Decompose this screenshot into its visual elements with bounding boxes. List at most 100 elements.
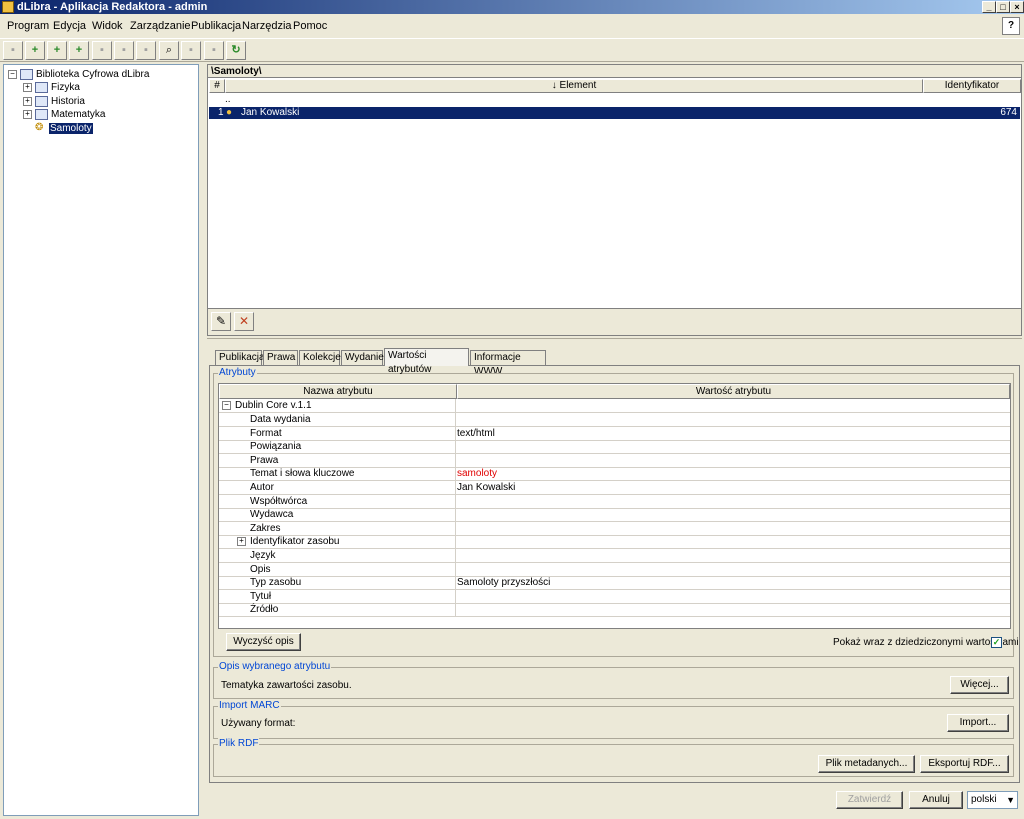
attribute-name: Zakres bbox=[219, 521, 456, 535]
menu-zarzadzanie[interactable]: Zarządzanie bbox=[130, 20, 191, 33]
context-help-icon[interactable]: ? bbox=[1002, 17, 1020, 35]
edit-icon[interactable]: ▪ bbox=[92, 41, 112, 60]
col-header-name[interactable]: Nazwa atrybutu bbox=[219, 384, 457, 399]
add-icon[interactable]: + bbox=[25, 41, 45, 60]
attribute-name: Powiązania bbox=[219, 440, 456, 454]
attribute-row[interactable]: Źródło bbox=[219, 603, 1010, 618]
properties-icon[interactable]: ✎ bbox=[211, 312, 231, 331]
tab-wydanie[interactable]: Wydanie bbox=[341, 350, 384, 365]
attribute-row[interactable]: Typ zasobu Samoloty przyszłości bbox=[219, 576, 1010, 591]
expand-icon[interactable]: + bbox=[23, 109, 32, 119]
add-folder-icon[interactable]: + bbox=[47, 41, 67, 60]
element-list-panel: \Samoloty\ # ↓ Element Identyfikator .. … bbox=[207, 64, 1022, 336]
attribute-row[interactable]: Tytuł bbox=[219, 589, 1010, 604]
export-rdf-button[interactable]: Eksportuj RDF... bbox=[920, 755, 1009, 773]
attribute-group-row[interactable]: − Dublin Core v.1.1 bbox=[219, 399, 1010, 413]
open-icon[interactable]: ▪ bbox=[3, 41, 23, 60]
col-header-element[interactable]: ↓ Element bbox=[225, 79, 923, 93]
attribute-row[interactable]: Data wydania bbox=[219, 413, 1010, 427]
metadata-file-button[interactable]: Plik metadanych... bbox=[818, 755, 915, 773]
library-tree: − Biblioteka Cyfrowa dLibra + Fizyka + Hist… bbox=[3, 64, 199, 816]
import-button[interactable]: Import... bbox=[947, 714, 1009, 732]
show-inherited-checkbox[interactable]: ✓ bbox=[991, 637, 1002, 648]
tree-item-historia[interactable]: + Historia bbox=[23, 95, 85, 108]
copy-icon[interactable]: ▪ bbox=[181, 41, 201, 60]
horizontal-splitter[interactable] bbox=[207, 338, 1022, 343]
import-marc-group: Import MARC bbox=[213, 700, 1014, 739]
attribute-row[interactable]: Temat i słowa kluczowe samoloty bbox=[219, 467, 1010, 482]
refresh-icon[interactable]: ↻ bbox=[226, 41, 246, 60]
attribute-row[interactable]: Zakres bbox=[219, 521, 1010, 536]
tab-wartosci-atrybutow[interactable]: Wartości atrybutów bbox=[384, 348, 469, 375]
col-header-value[interactable]: Wartość atrybutu bbox=[457, 384, 1010, 399]
menu-program[interactable]: Program bbox=[7, 20, 49, 33]
attribute-name-label: Tytuł bbox=[250, 590, 272, 602]
collapse-icon[interactable]: − bbox=[8, 69, 17, 79]
group-icon: ❂ bbox=[35, 122, 44, 134]
cancel-button[interactable]: Anuluj bbox=[909, 791, 963, 809]
attribute-row[interactable]: Wydawca bbox=[219, 508, 1010, 523]
menu-widok[interactable]: Widok bbox=[92, 20, 123, 33]
tree-item-fizyka[interactable]: + Fizyka bbox=[23, 81, 80, 94]
col-header-identifier[interactable]: Identyfikator bbox=[923, 79, 1021, 93]
vertical-splitter[interactable] bbox=[201, 62, 206, 819]
search-icon[interactable]: ⌕ bbox=[159, 41, 179, 60]
paste-icon[interactable]: ▪ bbox=[204, 41, 224, 60]
tree-item-samoloty[interactable]: ❂ Samoloty bbox=[35, 122, 93, 135]
expand-icon[interactable]: + bbox=[23, 96, 32, 106]
attribute-row[interactable]: Powiązania bbox=[219, 440, 1010, 455]
tree-root[interactable]: − Biblioteka Cyfrowa dLibra bbox=[8, 68, 149, 81]
remove-icon[interactable]: ✕ bbox=[234, 312, 254, 331]
attribute-name: Temat i słowa kluczowe bbox=[219, 467, 456, 481]
attribute-name: − Dublin Core v.1.1 bbox=[219, 399, 456, 412]
properties-icon[interactable]: ▪ bbox=[136, 41, 156, 60]
attribute-value[interactable]: text/html bbox=[457, 427, 495, 440]
attribute-description-text: Tematyka zawartości zasobu. bbox=[221, 680, 352, 691]
row-element: Jan Kowalski bbox=[241, 107, 300, 118]
attributes-table: Nazwa atrybutu Wartość atrybutu − Dublin … bbox=[218, 383, 1011, 629]
attribute-value[interactable]: Jan Kowalski bbox=[457, 481, 515, 494]
tab-publikacja[interactable]: Publikacja bbox=[215, 350, 265, 365]
attribute-row[interactable]: + Identyfikator zasobu bbox=[219, 535, 1010, 550]
menu-narzedzia[interactable]: Narzędzia bbox=[242, 20, 292, 33]
attribute-row[interactable]: Opis bbox=[219, 562, 1010, 577]
row-number: 1 bbox=[218, 107, 224, 118]
collapse-icon[interactable]: − bbox=[222, 400, 231, 410]
attribute-name-label: Współtwórca bbox=[250, 495, 308, 507]
attribute-value[interactable]: samoloty bbox=[457, 467, 497, 480]
close-button[interactable]: × bbox=[1010, 1, 1024, 13]
clear-description-button[interactable]: Wyczyść opis bbox=[226, 633, 301, 651]
expand-icon[interactable]: + bbox=[237, 537, 246, 547]
tree-item-matematyka[interactable]: + Matematyka bbox=[23, 108, 105, 121]
expand-icon[interactable]: + bbox=[23, 82, 32, 92]
attribute-row[interactable]: Współtwórca bbox=[219, 494, 1010, 509]
attribute-row[interactable]: Język bbox=[219, 549, 1010, 563]
attribute-row[interactable]: Autor Jan Kowalski bbox=[219, 481, 1010, 495]
attribute-name-label: Zakres bbox=[250, 522, 281, 534]
list-item-parent[interactable]: .. bbox=[209, 94, 1020, 106]
attribute-name: Język bbox=[219, 549, 456, 562]
tab-prawa[interactable]: Prawa bbox=[263, 350, 298, 365]
menu-publikacja[interactable]: Publikacja bbox=[191, 20, 241, 33]
minimize-button[interactable]: _ bbox=[982, 1, 996, 13]
attribute-row[interactable]: Format text/html bbox=[219, 426, 1010, 441]
menu-bar: Program Edycja Widok Zarządzanie Publika… bbox=[0, 17, 1024, 36]
title-bar: dLibra - Aplikacja Redaktora - admin _ □… bbox=[0, 0, 1024, 14]
language-select[interactable]: polski ▼ bbox=[967, 791, 1018, 809]
add-publication-icon[interactable]: + bbox=[69, 41, 89, 60]
menu-pomoc[interactable]: Pomoc bbox=[293, 20, 327, 33]
app-icon bbox=[2, 1, 14, 13]
confirm-button[interactable]: Zatwierdź bbox=[836, 791, 903, 809]
more-button[interactable]: Więcej... bbox=[950, 676, 1009, 694]
delete-icon[interactable]: ▪ bbox=[114, 41, 134, 60]
attribute-name-label: Wydawca bbox=[250, 509, 294, 521]
col-header-number[interactable]: # bbox=[209, 79, 225, 93]
tab-informacje-www[interactable]: Informacje WWW bbox=[470, 350, 546, 377]
attribute-value[interactable]: Samoloty przyszłości bbox=[457, 576, 550, 589]
maximize-button[interactable]: □ bbox=[996, 1, 1010, 13]
menu-edycja[interactable]: Edycja bbox=[53, 20, 86, 33]
attribute-row[interactable]: Prawa bbox=[219, 453, 1010, 468]
attribute-name-label: Powiązania bbox=[250, 441, 302, 453]
list-item[interactable]: 1 ● Jan Kowalski 674 bbox=[209, 107, 1020, 119]
tab-kolekcje[interactable]: Kolekcje bbox=[299, 350, 341, 365]
